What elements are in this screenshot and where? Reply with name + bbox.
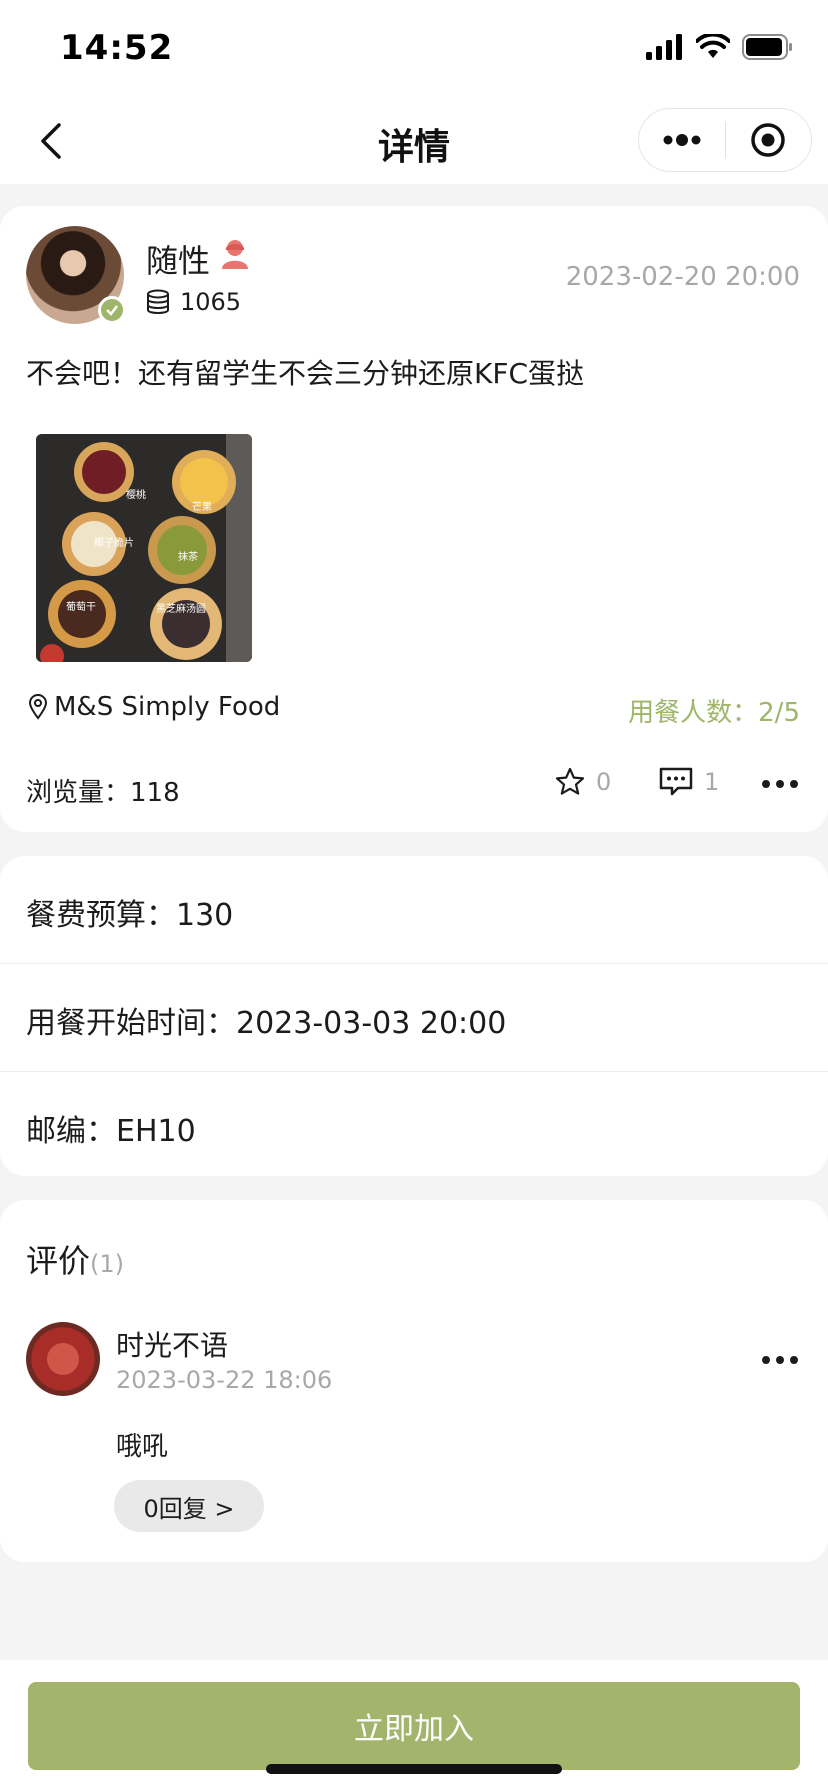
coin-value: 1065 xyxy=(180,288,242,316)
favorite-count: 0 xyxy=(596,768,612,796)
post-card: 随性 1065 2023-02-20 20:00 不会吧！还有留学生不会三分钟还… xyxy=(0,206,828,832)
reviews-title-label: 评价 xyxy=(26,1242,91,1280)
target-icon xyxy=(751,123,785,157)
status-time: 14:52 xyxy=(60,28,174,68)
author-avatar[interactable] xyxy=(26,226,126,324)
dot xyxy=(776,1356,784,1364)
dot xyxy=(762,780,770,788)
check-icon xyxy=(106,305,118,316)
star-icon xyxy=(555,767,585,795)
review-text: 哦吼 xyxy=(116,1432,169,1462)
review-time: 2023-03-22 18:06 xyxy=(116,1366,333,1394)
dot xyxy=(776,780,784,788)
start-time-row: 用餐开始时间：2023-03-03 20:00 xyxy=(0,964,828,1072)
budget-row: 餐费预算：130 xyxy=(0,856,828,964)
details-card: 餐费预算：130 用餐开始时间：2023-03-03 20:00 邮编：EH10 xyxy=(0,856,828,1176)
battery-icon xyxy=(742,34,792,60)
status-bar: 14:52 xyxy=(0,0,828,98)
postcode-text: 邮编：EH10 xyxy=(26,1114,196,1149)
nav-bar: 详情 xyxy=(0,98,828,184)
post-time: 2023-02-20 20:00 xyxy=(565,262,800,292)
home-indicator xyxy=(266,1764,562,1774)
comment-button[interactable]: 1 xyxy=(658,766,719,798)
start-time-text: 用餐开始时间：2023-03-03 20:00 xyxy=(26,1006,507,1041)
budget-text: 餐费预算：130 xyxy=(26,898,234,933)
dot xyxy=(790,1356,798,1364)
photo-caption: 抹茶 xyxy=(178,550,198,563)
verified-badge xyxy=(98,296,126,324)
photo-caption: 椰子脆片 xyxy=(94,536,134,549)
close-miniprogram-button[interactable] xyxy=(726,109,812,171)
photo-caption: 黑芝麻汤圆 xyxy=(156,602,206,615)
author-name[interactable]: 随性 xyxy=(146,236,210,282)
location-name: M&S Simply Food xyxy=(54,692,281,722)
post-content: 不会吧！还有留学生不会三分钟还原KFC蛋挞 xyxy=(26,357,585,390)
review-more-button[interactable] xyxy=(762,1356,798,1364)
comment-icon xyxy=(659,767,693,796)
reviewer-name[interactable]: 时光不语 xyxy=(116,1324,228,1364)
diners-count: 用餐人数：2/5 xyxy=(628,698,800,728)
post-image[interactable]: 樱桃芒果椰子脆片抹茶葡萄干 黑芝麻汤圆 xyxy=(36,434,252,662)
location[interactable]: M&S Simply Food xyxy=(28,692,280,722)
more-dots-icon xyxy=(663,134,701,146)
reviews-title: 评价(1) xyxy=(26,1236,124,1282)
reviewer-avatar[interactable] xyxy=(26,1322,100,1396)
female-user-icon xyxy=(222,240,248,269)
postcode-row: 邮编：EH10 xyxy=(0,1072,828,1180)
signal-icon xyxy=(646,34,682,60)
coin-count: 1065 xyxy=(146,288,241,316)
status-icons xyxy=(646,34,794,60)
post-more-button[interactable] xyxy=(762,780,798,788)
menu-button[interactable] xyxy=(639,109,725,171)
bottom-bar: 立即加入 xyxy=(0,1660,828,1792)
photo-caption: 樱桃 xyxy=(126,488,146,501)
photo-caption: 葡萄干 xyxy=(66,600,96,613)
wifi-icon xyxy=(696,34,730,58)
database-icon xyxy=(147,289,169,314)
reply-button[interactable]: 0回复 > xyxy=(114,1480,264,1532)
join-button[interactable]: 立即加入 xyxy=(28,1682,800,1770)
view-count: 浏览量：118 xyxy=(26,778,180,808)
map-pin-icon xyxy=(28,694,48,720)
egg-tarts-photo: 樱桃芒果椰子脆片抹茶葡萄干 黑芝麻汤圆 xyxy=(36,434,252,662)
reviews-count: (1) xyxy=(90,1250,125,1278)
reviews-card: 评价(1) 时光不语 2023-03-22 18:06 哦吼 0回复 > xyxy=(0,1200,828,1562)
comment-count: 1 xyxy=(704,768,720,796)
photo-caption: 芒果 xyxy=(192,500,212,513)
favorite-button[interactable]: 0 xyxy=(554,766,611,798)
dot xyxy=(790,780,798,788)
dot xyxy=(762,1356,770,1364)
miniprogram-capsule xyxy=(638,108,812,172)
